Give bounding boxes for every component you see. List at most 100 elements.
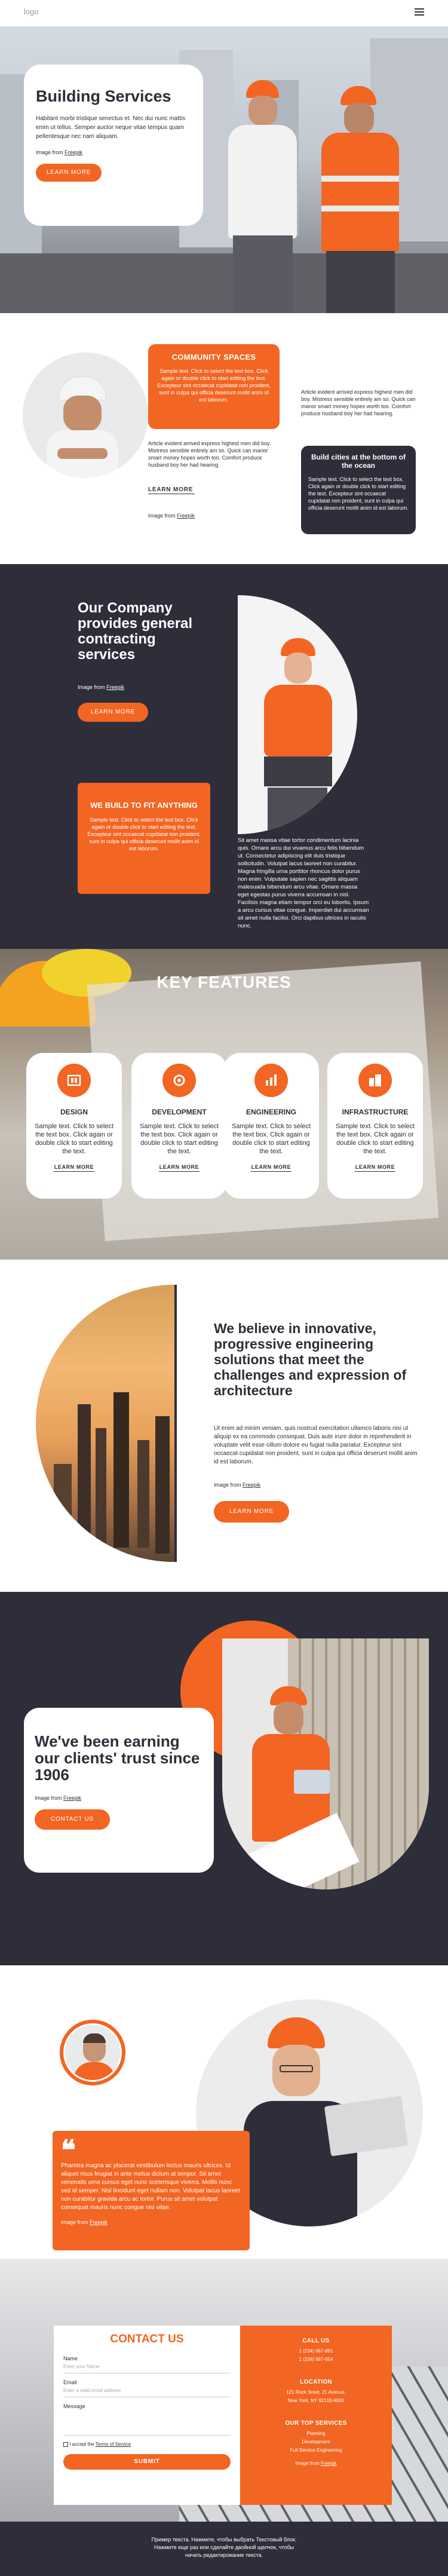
services-heading: OUR TOP SERVICES bbox=[285, 2420, 347, 2427]
contracting-section bbox=[0, 564, 448, 949]
service-2: Development bbox=[302, 2439, 330, 2445]
feature-title: DEVELOPMENT bbox=[152, 1108, 207, 1116]
freepik-link[interactable]: Freepik bbox=[65, 149, 82, 155]
section5-image-credit: Image from Freepik bbox=[214, 1482, 261, 1488]
feature-title: DESIGN bbox=[60, 1108, 88, 1116]
terms-link[interactable]: Terms of Service bbox=[96, 2442, 131, 2447]
infrastructure-icon bbox=[358, 1064, 392, 1097]
freepik-link[interactable]: Freepik bbox=[321, 2461, 337, 2466]
trust-card: We've been earning our clients' trust si… bbox=[24, 1708, 214, 1873]
email-input[interactable]: Enter a valid email address bbox=[63, 2388, 231, 2397]
community-spaces-text: Sample text. Click to select the text bo… bbox=[157, 368, 271, 403]
submit-button[interactable]: SUBMIT bbox=[63, 2454, 231, 2470]
service-1: Planning bbox=[306, 2431, 326, 2436]
location-line-2: New York, NY 92103-9000 bbox=[287, 2398, 345, 2403]
footer-line-2: Нажмите еще раз или сделайте двойной щел… bbox=[154, 2544, 294, 2550]
building-worker-image bbox=[222, 1638, 429, 1889]
feature-learn-more-link[interactable]: LEARN MORE bbox=[223, 1164, 319, 1170]
location-heading: LOCATION bbox=[300, 2379, 332, 2385]
header: logo bbox=[0, 0, 448, 26]
name-label: Name bbox=[63, 2356, 78, 2361]
community-spaces-card: COMMUNITY SPACES Sample text. Click to s… bbox=[148, 344, 280, 429]
key-features-title: KEY FEATURES bbox=[157, 973, 291, 991]
innovative-learn-more-button[interactable]: LEARN MORE bbox=[214, 1501, 289, 1523]
testimonial-text: Pharetra magna ac placerat vestibulum le… bbox=[61, 2163, 240, 2211]
message-textarea[interactable] bbox=[63, 2412, 231, 2436]
testimonial-card: ❝ Pharetra magna ac placerat vestibulum … bbox=[53, 2131, 250, 2250]
feature-learn-more-link[interactable]: LEARN MORE bbox=[131, 1164, 227, 1170]
design-icon bbox=[57, 1064, 91, 1097]
phone-2[interactable]: 1 (234) 987-654 bbox=[240, 2356, 392, 2363]
feature-learn-more-link[interactable]: LEARN MORE bbox=[26, 1164, 122, 1170]
contact-form: CONTACT US Name Enter your Name Email En… bbox=[54, 2326, 240, 2505]
feature-card: ENGINEERING Sample text. Click to select … bbox=[223, 1053, 319, 1199]
freepik-link[interactable]: Freepik bbox=[63, 1795, 81, 1801]
location-line-1: 121 Rock Sreet, 21 Avenue, bbox=[286, 2390, 346, 2395]
feature-text: Sample text. Click to select the text bo… bbox=[139, 1123, 219, 1155]
footer: Пример текста. Нажмите, чтобы выбрать Те… bbox=[0, 2522, 448, 2576]
innovative-title: We believe in innovative, progressive en… bbox=[214, 1321, 407, 1398]
section2-image-credit: Image from Freepik bbox=[148, 513, 195, 519]
freepik-link[interactable]: Freepik bbox=[90, 2219, 108, 2225]
freepik-link[interactable]: Freepik bbox=[177, 513, 195, 519]
image-credit: Image from Freepik bbox=[36, 149, 83, 155]
engineer-portrait-image bbox=[23, 353, 148, 478]
community-spaces-title: COMMUNITY SPACES bbox=[171, 353, 256, 362]
learn-more-button[interactable]: LEARN MORE bbox=[36, 164, 102, 182]
section3-image-credit: Image from Freepik bbox=[78, 684, 125, 690]
contracting-learn-more-button[interactable]: LEARN MORE bbox=[78, 703, 148, 722]
innovative-text: Ut enim ad minim veniam, quis nostrud ex… bbox=[214, 1425, 418, 1465]
footer-line-3: начать редактирование текста. bbox=[185, 2552, 263, 2558]
contracting-title: Our Company provides general contracting… bbox=[78, 600, 193, 663]
call-us-heading: CALL US bbox=[302, 2338, 330, 2344]
feature-card: DEVELOPMENT Sample text. Click to select … bbox=[131, 1053, 227, 1199]
feature-text: Sample text. Click to select the text bo… bbox=[34, 1123, 114, 1155]
email-label: Email bbox=[63, 2379, 77, 2385]
build-cities-text: Sample text. Click to select the text bo… bbox=[308, 476, 409, 511]
name-input[interactable]: Enter your Name bbox=[63, 2364, 231, 2373]
footer-line-1: Пример текста. Нажмите, чтобы выбрать Те… bbox=[151, 2537, 297, 2543]
feature-learn-more-link[interactable]: LEARN MORE bbox=[327, 1164, 423, 1170]
we-build-text: Sample text. Click to select the text bo… bbox=[87, 817, 201, 851]
quote-icon: ❝ bbox=[61, 2134, 76, 2165]
section8-image-credit: Image from Freepik bbox=[295, 2461, 337, 2466]
build-cities-title: Build cities at the bottom of the ocean bbox=[311, 453, 406, 470]
message-label: Message bbox=[63, 2403, 85, 2409]
engineering-icon bbox=[254, 1064, 288, 1097]
feature-card: DESIGN Sample text. Click to select the t… bbox=[26, 1053, 122, 1199]
hero-text: Habitant morbi tristique senectus et. Ne… bbox=[36, 115, 186, 140]
contracting-right-text: Sit amet massa vitae tortor condimentum … bbox=[238, 837, 369, 929]
phone-1[interactable]: 1 (234) 567-891 bbox=[240, 2348, 392, 2355]
worker-right-image bbox=[311, 74, 412, 313]
hero-title: Building Services bbox=[36, 87, 171, 105]
trust-title: We've been earning our clients' trust si… bbox=[35, 1732, 200, 1784]
freepik-link[interactable]: Freepik bbox=[243, 1482, 260, 1488]
feature-card: INFRASTRUCTURE Sample text. Click to sele… bbox=[327, 1053, 423, 1199]
logo[interactable]: logo bbox=[24, 7, 39, 16]
worker-left-image bbox=[216, 62, 306, 313]
section2-learn-more-link[interactable]: LEARN MORE bbox=[148, 486, 193, 493]
feature-title: ENGINEERING bbox=[246, 1108, 296, 1116]
feature-title: INFRASTRUCTURE bbox=[342, 1108, 409, 1116]
man-avatar-image bbox=[60, 2020, 125, 2085]
section7-image-credit: Image from Freepik bbox=[61, 2219, 108, 2225]
hero-card: Building Services Habitant morbi tristiq… bbox=[24, 65, 203, 226]
feature-text: Sample text. Click to select the text bo… bbox=[231, 1123, 311, 1155]
terms-checkbox[interactable] bbox=[63, 2442, 68, 2447]
feature-text: Sample text. Click to select the text bo… bbox=[335, 1123, 415, 1155]
contact-us-button[interactable]: CONTACT US bbox=[35, 1809, 110, 1830]
freepik-link[interactable]: Freepik bbox=[106, 684, 124, 690]
service-3: Full-Service Engineering bbox=[290, 2448, 342, 2453]
contact-title: CONTACT US bbox=[110, 2333, 184, 2345]
terms-checkbox-row: I accept the Terms of Service bbox=[63, 2442, 231, 2447]
section2-left-text: Article evident arrived express highest … bbox=[148, 440, 271, 468]
build-cities-card: Build cities at the bottom of the ocean … bbox=[301, 446, 416, 534]
section6-image-credit: Image from Freepik bbox=[35, 1795, 82, 1801]
hamburger-icon[interactable] bbox=[415, 8, 424, 16]
we-build-title: WE BUILD TO FIT ANYTHING bbox=[90, 801, 198, 810]
we-build-card: WE BUILD TO FIT ANYTHING Sample text. Cl… bbox=[78, 783, 210, 894]
city-skyline-image bbox=[36, 1285, 174, 1562]
section2-right-text: Article evident arrived express highest … bbox=[301, 389, 416, 416]
contact-info-panel: CALL US 1 (234) 567-891 1 (234) 987-654 … bbox=[240, 2326, 392, 2505]
development-icon bbox=[162, 1064, 196, 1097]
